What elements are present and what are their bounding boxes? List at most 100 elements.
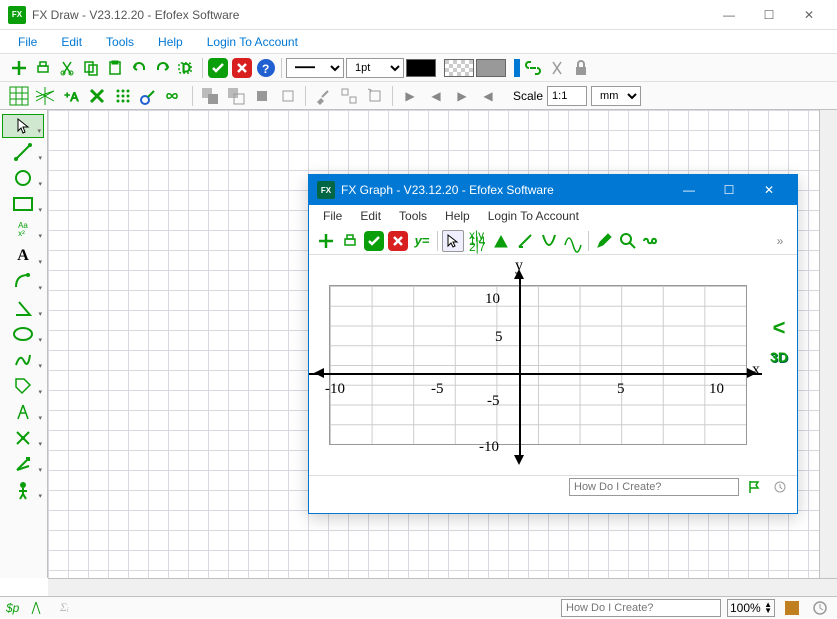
y-axis [519,275,521,455]
child-pointer-tool[interactable] [442,230,464,252]
line-tool[interactable]: ▾ [2,140,44,164]
units-select[interactable]: mm [591,86,641,106]
angle-tool[interactable]: ▾ [2,296,44,320]
cut2-icon[interactable] [546,57,568,79]
status-sp[interactable]: $p [6,601,19,615]
ungroup-icon[interactable] [225,85,247,107]
grid-icon[interactable] [8,85,30,107]
brush-icon[interactable] [312,85,334,107]
lock-icon[interactable] [570,57,592,79]
accent-swatch[interactable] [514,59,520,77]
scale-input[interactable] [547,86,587,106]
overflow-icon[interactable]: » [769,230,791,252]
child-print-icon[interactable] [339,230,361,252]
equation-tool[interactable]: Aax²▾ [2,218,44,242]
child-reject-icon[interactable] [387,230,409,252]
rotate-icon[interactable] [364,85,386,107]
reject-icon[interactable] [231,57,253,79]
mask-icon[interactable] [641,230,663,252]
x-icon[interactable] [86,85,108,107]
undo-icon[interactable] [128,57,150,79]
add-icon[interactable] [8,57,30,79]
back-icon[interactable] [277,85,299,107]
triangle-icon[interactable] [490,230,512,252]
child-maximize-button[interactable]: ☐ [709,176,749,204]
child-minimize-button[interactable]: — [669,176,709,204]
align-icon[interactable] [338,85,360,107]
close-button[interactable]: ✕ [789,1,829,29]
child-add-icon[interactable] [315,230,337,252]
zoom-icon[interactable] [617,230,639,252]
menu-edit[interactable]: Edit [51,32,92,52]
ellipse-tool[interactable]: ▾ [2,322,44,346]
group-icon[interactable] [199,85,221,107]
less-than-icon[interactable]: < [773,315,786,341]
child-flag-icon[interactable] [743,476,765,498]
help-icon[interactable]: ? [255,57,277,79]
child-close-button[interactable]: ✕ [749,176,789,204]
graph-tool[interactable]: ▾ [2,426,44,450]
zoom-spinner[interactable]: 100%▲▼ [727,599,775,617]
child-titlebar[interactable]: FX FX Graph - V23.12.20 - Efofex Softwar… [309,175,797,205]
compass-tool[interactable]: ▾ [2,400,44,424]
flag2-icon[interactable]: ◀ [425,85,447,107]
fill-color[interactable] [476,59,506,77]
cut-icon[interactable] [56,57,78,79]
front-icon[interactable] [251,85,273,107]
arc-tool[interactable]: ▾ [2,270,44,294]
child-menu-tools[interactable]: Tools [391,207,435,225]
y-equals-button[interactable]: y= [411,230,433,252]
child-menubar: File Edit Tools Help Login To Account [309,205,797,227]
threed-button[interactable]: 3D [770,349,788,365]
flag4-icon[interactable]: ◀ [477,85,499,107]
table-icon[interactable]: x|y1|42|7 [466,230,488,252]
pointer-tool[interactable]: ▾ [2,114,44,138]
lineweight-select[interactable]: 1pt [346,58,404,78]
paste-icon[interactable] [104,57,126,79]
main-search-input[interactable] [561,599,721,617]
child-history-icon[interactable] [769,476,791,498]
isogrid-icon[interactable] [34,85,56,107]
pen-icon[interactable] [593,230,615,252]
minimize-button[interactable]: — [709,1,749,29]
flag1-icon[interactable]: ▶ [399,85,421,107]
maximize-button[interactable]: ☐ [749,1,789,29]
copy-icon[interactable] [80,57,102,79]
accept-icon[interactable] [207,57,229,79]
vertical-scrollbar[interactable] [819,110,837,578]
horizontal-scrollbar[interactable] [48,578,837,596]
curve-tool[interactable]: ▾ [2,348,44,372]
link-icon[interactable] [522,57,544,79]
stroke-color[interactable] [406,59,436,77]
rect-tool[interactable]: ▾ [2,192,44,216]
print-icon[interactable] [32,57,54,79]
snap-icon[interactable]: ⁺A [60,85,82,107]
child-menu-login[interactable]: Login To Account [480,207,587,225]
linestyle-select[interactable]: ━━━ [286,58,344,78]
eyedrop-icon[interactable] [138,85,160,107]
slope-icon[interactable] [514,230,536,252]
default-icon[interactable]: D [176,57,198,79]
child-menu-file[interactable]: File [315,207,350,225]
flag3-icon[interactable]: ▶ [451,85,473,107]
menu-file[interactable]: File [8,32,47,52]
minmax-icon[interactable] [562,230,584,252]
child-menu-help[interactable]: Help [437,207,478,225]
circle-tool[interactable]: ▾ [2,166,44,190]
person-tool[interactable]: ▾ [2,478,44,502]
menu-help[interactable]: Help [148,32,193,52]
infinity-icon[interactable] [164,85,186,107]
redo-icon[interactable] [152,57,174,79]
graph-area[interactable]: < 3D y x 10 5 -5 -10 -10 -5 5 10 [309,255,797,475]
menu-login[interactable]: Login To Account [197,32,308,52]
label-tool[interactable]: ▾ [2,374,44,398]
menu-tools[interactable]: Tools [96,32,144,52]
parabola-icon[interactable] [538,230,560,252]
dots-icon[interactable] [112,85,134,107]
fill-pattern[interactable] [444,59,474,77]
child-menu-edit[interactable]: Edit [352,207,389,225]
text-tool[interactable]: A▾ [2,244,44,268]
child-search-input[interactable] [569,478,739,496]
vector-tool[interactable]: ▾ [2,452,44,476]
child-accept-icon[interactable] [363,230,385,252]
